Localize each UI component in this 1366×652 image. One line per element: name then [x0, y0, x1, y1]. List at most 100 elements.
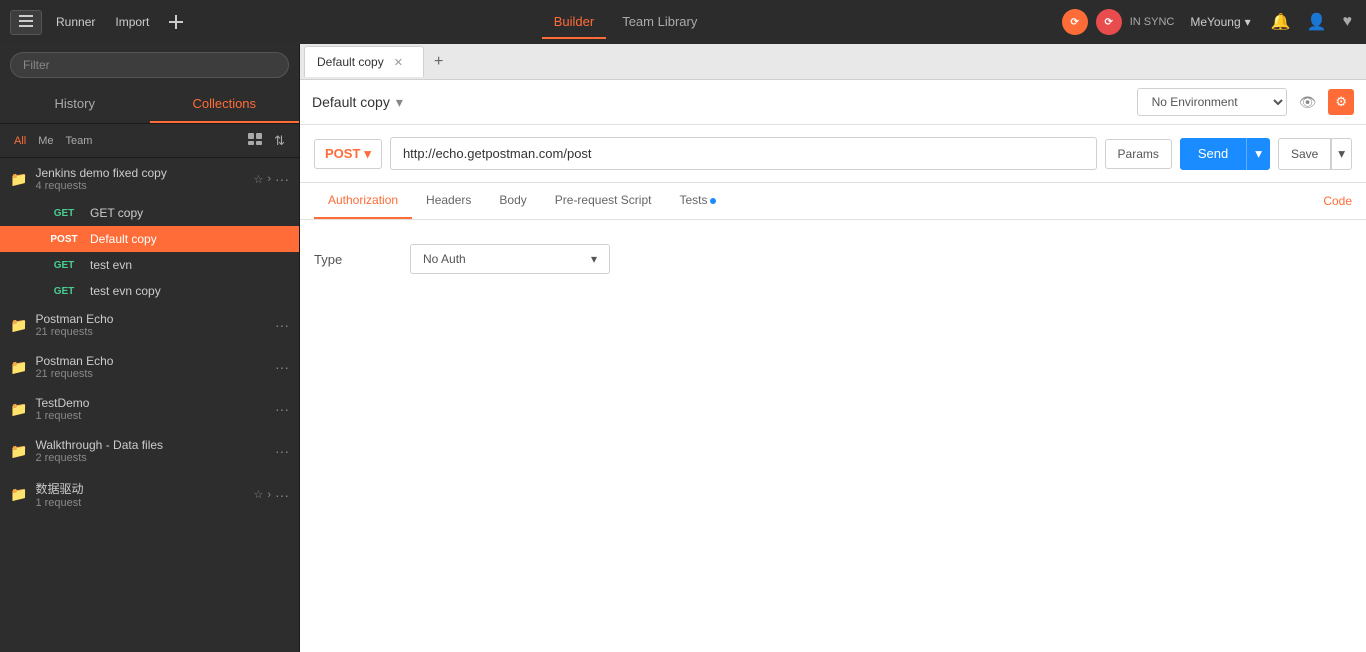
environment-select[interactable]: No Environment [1137, 88, 1287, 116]
save-button[interactable]: Save [1278, 138, 1331, 170]
folder-actions-chinese: ☆ › ··· [251, 487, 289, 503]
method-badge-get2: GET [46, 259, 82, 272]
folder-actions-walkthrough: ··· [275, 443, 289, 459]
filter-me-button[interactable]: Me [34, 133, 57, 149]
request-bar: POST ▾ Params Send ▾ Save ▾ [300, 125, 1366, 183]
env-gear-button[interactable]: ⚙ [1328, 89, 1354, 115]
auth-type-select[interactable]: No Auth ▾ [410, 244, 610, 274]
folder-icon-echo2: 📁 [10, 359, 27, 376]
sidebar-toggle-button[interactable] [10, 10, 42, 35]
auth-type-row: Type No Auth ▾ [314, 236, 1352, 282]
star-icon-jenkins[interactable]: ☆ [253, 173, 263, 186]
collection-item-jenkins[interactable]: 📁 Jenkins demo fixed copy 4 requests ☆ ›… [0, 158, 299, 200]
collection-item-chinese[interactable]: 📁 数据驱动 1 request ☆ › ··· [0, 472, 299, 517]
request-name-default-copy: Default copy [90, 232, 157, 246]
folder-icon-testdemo: 📁 [10, 401, 27, 418]
folder-info-echo2: Postman Echo 21 requests [35, 354, 267, 380]
sidebar-tabs: History Collections [0, 86, 299, 124]
auth-type-value: No Auth [423, 252, 466, 266]
tab-bar: Default copy ✕ + [300, 44, 1366, 80]
method-select[interactable]: POST ▾ [314, 139, 382, 169]
topbar: Runner Import Builder Team Library ⟳ ⟳ I… [0, 0, 1366, 44]
request-tabs: Authorization Headers Body Pre-request S… [300, 183, 1366, 220]
filter-team-button[interactable]: Team [62, 133, 97, 149]
collection-item-postman-echo-2[interactable]: 📁 Postman Echo 21 requests ··· [0, 346, 299, 388]
list-item-get-copy[interactable]: GET GET copy [0, 200, 299, 226]
auth-panel: Type No Auth ▾ [300, 220, 1366, 652]
method-chevron: ▾ [364, 146, 371, 162]
send-button[interactable]: Send [1180, 138, 1246, 170]
folder-icon-echo1: 📁 [10, 317, 27, 334]
list-item-default-copy[interactable]: POST Default copy [0, 226, 299, 252]
more-icon-jenkins[interactable]: ··· [275, 171, 289, 187]
tab-default-copy[interactable]: Default copy ✕ [304, 46, 424, 77]
filter-all-button[interactable]: All [10, 133, 30, 149]
add-tab-button[interactable]: + [426, 49, 451, 75]
folder-count-echo2: 21 requests [35, 368, 267, 380]
tab-label: Default copy [317, 55, 384, 69]
folder-name-walkthrough: Walkthrough - Data files [35, 438, 267, 452]
list-item-test-evn-copy[interactable]: GET test evn copy [0, 278, 299, 304]
list-item-test-evn[interactable]: GET test evn [0, 252, 299, 278]
notification-icon[interactable]: 🔔 [1267, 8, 1295, 36]
import-button[interactable]: Import [109, 11, 155, 33]
tab-headers[interactable]: Headers [412, 183, 485, 219]
expand-icon-chinese[interactable]: › [267, 489, 271, 501]
new-collection-button[interactable] [244, 130, 266, 151]
sort-button[interactable]: ⇅ [270, 130, 289, 151]
user-menu-button[interactable]: MeYoung ▾ [1182, 11, 1258, 33]
folder-info-jenkins: Jenkins demo fixed copy 4 requests [35, 166, 243, 192]
folder-count-chinese: 1 request [35, 497, 243, 509]
sync-icon-red: ⟳ [1096, 9, 1122, 35]
star-icon-chinese[interactable]: ☆ [253, 488, 263, 501]
folder-info-walkthrough: Walkthrough - Data files 2 requests [35, 438, 267, 464]
method-badge-get3: GET [46, 285, 82, 298]
params-button[interactable]: Params [1105, 139, 1172, 169]
folder-actions-testdemo: ··· [275, 401, 289, 417]
user-profile-icon[interactable]: 👤 [1303, 8, 1331, 36]
sync-icon-orange: ⟳ [1062, 9, 1088, 35]
tab-authorization[interactable]: Authorization [314, 183, 412, 219]
more-icon-chinese[interactable]: ··· [275, 487, 289, 503]
code-link[interactable]: Code [1323, 184, 1352, 218]
more-icon-echo1[interactable]: ··· [275, 317, 289, 333]
collection-item-testdemo[interactable]: 📁 TestDemo 1 request ··· [0, 388, 299, 430]
collection-item-postman-echo-1[interactable]: 📁 Postman Echo 21 requests ··· [0, 304, 299, 346]
collection-title-dropdown[interactable]: ▾ [396, 94, 403, 111]
sidebar-tab-collections[interactable]: Collections [150, 86, 300, 123]
collection-title: Default copy ▾ [312, 94, 403, 111]
runner-button[interactable]: Runner [50, 11, 101, 33]
auth-type-label: Type [314, 252, 394, 267]
env-eye-button[interactable]: 👁 [1295, 90, 1321, 115]
sidebar-tab-history[interactable]: History [0, 86, 150, 123]
sidebar: History Collections All Me Team ⇅ 📁 [0, 44, 300, 652]
send-dropdown-button[interactable]: ▾ [1246, 138, 1270, 170]
more-icon-echo2[interactable]: ··· [275, 359, 289, 375]
heart-icon[interactable]: ♥ [1339, 9, 1357, 35]
builder-tab[interactable]: Builder [542, 6, 606, 39]
folder-icon-walkthrough: 📁 [10, 443, 27, 460]
new-tab-button[interactable] [163, 11, 189, 33]
collection-title-text: Default copy [312, 94, 390, 110]
url-input[interactable] [390, 137, 1097, 170]
filter-input[interactable] [10, 52, 289, 78]
collection-item-walkthrough[interactable]: 📁 Walkthrough - Data files 2 requests ··… [0, 430, 299, 472]
tab-close-button[interactable]: ✕ [394, 56, 403, 69]
folder-count-jenkins: 4 requests [35, 180, 243, 192]
folder-name-echo1: Postman Echo [35, 312, 267, 326]
folder-actions-jenkins: ☆ › ··· [251, 171, 289, 187]
tab-body[interactable]: Body [485, 183, 540, 219]
save-dropdown-button[interactable]: ▾ [1331, 138, 1352, 170]
expand-icon-jenkins[interactable]: › [267, 173, 271, 185]
folder-name-testdemo: TestDemo [35, 396, 267, 410]
folder-info-testdemo: TestDemo 1 request [35, 396, 267, 422]
tab-pre-request-script[interactable]: Pre-request Script [541, 183, 666, 219]
folder-actions-echo2: ··· [275, 359, 289, 375]
team-library-tab[interactable]: Team Library [610, 6, 709, 39]
more-icon-walkthrough[interactable]: ··· [275, 443, 289, 459]
tab-tests[interactable]: Tests [665, 183, 730, 219]
topbar-center: Builder Team Library [197, 6, 1053, 39]
main-layout: History Collections All Me Team ⇅ 📁 [0, 44, 1366, 652]
more-icon-testdemo[interactable]: ··· [275, 401, 289, 417]
sidebar-actions: All Me Team ⇅ [0, 124, 299, 158]
